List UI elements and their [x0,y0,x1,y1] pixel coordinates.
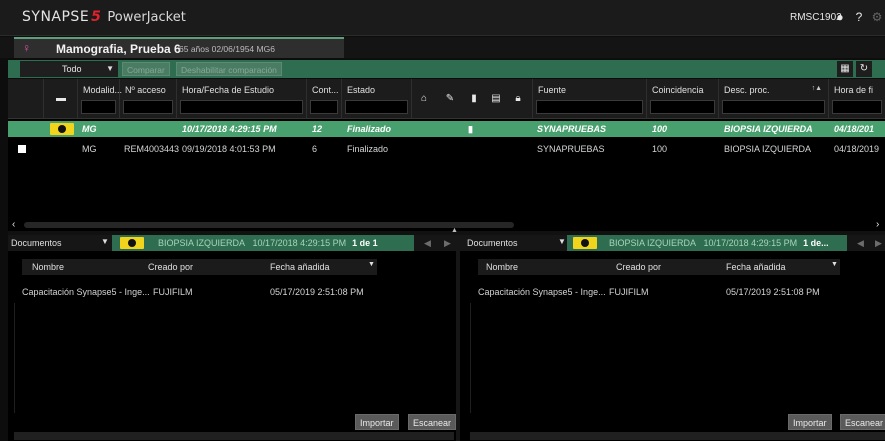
scroll-thumb[interactable] [24,222,514,228]
filter-source[interactable] [536,100,643,114]
col-desc[interactable]: Desc. proc. ↑▲ [719,79,829,119]
gear-icon[interactable]: ⚙ [870,10,884,24]
documents-table-header: Nombre Creado por Fecha añadida ▼ [478,259,840,275]
filter-modality[interactable] [81,100,116,114]
study-grid: ▬ Modalid... Nº acceso Hora/Fecha de Est… [8,79,885,231]
chevron-down-icon[interactable]: ▼ [101,237,109,246]
panel-footer [14,432,454,440]
collapse-icon[interactable]: ▲ [451,227,458,234]
import-button[interactable]: Importar [355,414,399,430]
filter-status[interactable] [345,100,408,114]
study-toolbar: Todo ▼ Comparar Deshabilitar comparación… [8,60,885,78]
documents-panel-left: Documentos ▼ BIOPSIA IZQUIERDA 10/17/201… [8,235,457,441]
columns-icon[interactable]: ▦ [837,61,853,77]
chat-icon[interactable]: ● [833,10,847,24]
document-icon[interactable]: ▮ [466,93,482,104]
filter-datetime[interactable] [180,100,303,114]
panel-title: Documentos [11,238,62,248]
row-checkbox[interactable] [18,145,26,153]
document-icon[interactable]: ▮ [468,124,473,135]
chevron-down-icon: ▼ [106,64,114,73]
documents-table-header: Nombre Creado por Fecha añadida ▼ [22,259,377,275]
col-match[interactable]: Coincidencia [647,79,719,119]
col-modality[interactable]: Modalid... [78,79,122,119]
documents-list [14,303,454,413]
disable-compare-button[interactable]: Deshabilitar comparación [176,62,282,76]
marker-icon [573,237,597,249]
sort-icon: ▼ [368,261,375,268]
report-icon[interactable]: ▤ [488,93,504,104]
sort-icon: ▼ [831,261,838,268]
panel-header: Documentos ▼ BIOPSIA IZQUIERDA 10/17/201… [460,235,885,251]
filter-end-time[interactable] [832,100,882,114]
marker-icon [120,237,144,249]
panel-footer [470,432,885,440]
panel-header: Documentos ▼ BIOPSIA IZQUIERDA 10/17/201… [8,235,456,251]
home-icon[interactable]: ⌂ [416,93,432,104]
import-button[interactable]: Importar [788,414,832,430]
table-row[interactable]: MG 10/17/2018 4:29:15 PM 12 Finalizado ▮… [8,121,885,137]
sort-icon: ↑▲ [811,85,822,92]
patient-tab[interactable]: ♀ Mamografia, Prueba 6 65 años 02/06/195… [14,37,344,58]
title-bar: SYNAPSE 5 PowerJacket RMSC1902 ● ? ⚙ [0,0,885,36]
documents-list [470,303,885,413]
col-end-time[interactable]: Hora de fi [829,79,885,119]
compare-button[interactable]: Comparar [122,62,170,76]
col-source[interactable]: Fuente [532,79,647,119]
tab-bar: ♀ Mamografia, Prueba 6 65 años 02/06/195… [0,37,885,58]
filter-match[interactable] [650,100,715,114]
next-page-icon[interactable]: ▶ [444,238,453,248]
horizontal-scrollbar[interactable]: ‹ › [8,219,885,231]
prev-page-icon[interactable]: ◀ [857,238,866,248]
col-flag[interactable]: ▬ [44,79,78,119]
table-row[interactable]: MG REM4003443 09/19/2018 4:01:53 PM 6 Fi… [8,141,885,157]
chevron-down-icon[interactable]: ▼ [558,237,566,246]
female-icon: ♀ [22,41,31,55]
marker-icon [50,123,74,135]
documents-panel-right: Documentos ▼ BIOPSIA IZQUIERDA 10/17/201… [460,235,885,441]
image-icon: ▬ [56,93,66,104]
grid-header: ▬ Modalid... Nº acceso Hora/Fecha de Est… [8,79,885,119]
prev-page-icon[interactable]: ◀ [424,238,433,248]
col-status[interactable]: Estado [342,79,412,119]
next-page-icon[interactable]: ▶ [875,238,884,248]
refresh-icon[interactable]: ↻ [856,61,872,77]
panel-title: Documentos [467,238,518,248]
patient-name: Mamografia, Prueba 6 [56,42,181,56]
col-datetime[interactable]: Hora/Fecha de Estudio [177,79,307,119]
study-selector[interactable]: BIOPSIA IZQUIERDA 10/17/2018 4:29:15 PM 1… [567,235,847,251]
study-selector[interactable]: BIOPSIA IZQUIERDA 10/17/2018 4:29:15 PM 1… [112,235,414,251]
filter-count[interactable] [310,100,338,114]
col-accession[interactable]: Nº acceso [120,79,177,119]
scroll-left-icon[interactable]: ‹ [12,219,15,230]
filter-accession[interactable] [123,100,173,114]
help-icon[interactable]: ? [852,10,866,24]
scan-button[interactable]: Escanear [840,414,885,430]
col-count[interactable]: Cont... [307,79,342,119]
study-filter-dropdown[interactable]: Todo ▼ [20,61,118,77]
filter-desc[interactable] [722,100,825,114]
patient-meta: 65 años 02/06/1954 MG6 [179,44,275,54]
lock-icon[interactable]: 🔒︎ [510,93,526,104]
scan-button[interactable]: Escanear [408,414,457,430]
col-select[interactable] [8,79,44,119]
edit-icon[interactable]: ✎ [442,93,458,104]
app-logo: SYNAPSE 5 PowerJacket [22,9,186,25]
scroll-right-icon[interactable]: › [876,219,879,230]
